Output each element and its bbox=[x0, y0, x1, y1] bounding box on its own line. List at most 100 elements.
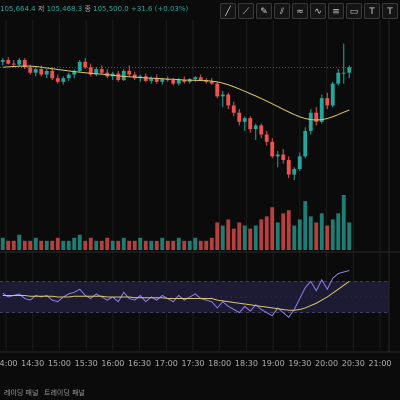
volume-bar bbox=[61, 240, 66, 250]
candle-body bbox=[281, 154, 286, 160]
candle-body bbox=[198, 77, 203, 80]
rectangle-tool-icon[interactable]: ▭ bbox=[346, 3, 362, 19]
candle-body bbox=[226, 94, 231, 106]
pitchfork-tool-icon[interactable]: ⫽ bbox=[274, 3, 290, 19]
volume-bar bbox=[99, 240, 104, 250]
volume-bar bbox=[275, 222, 280, 250]
volume-bar bbox=[237, 222, 242, 250]
candle-body bbox=[28, 67, 33, 73]
ohlc-low: 105,468.3 bbox=[46, 5, 83, 13]
candle-body bbox=[176, 80, 181, 84]
volume-bar bbox=[204, 240, 209, 250]
volume-bar bbox=[39, 240, 44, 250]
volume-bar bbox=[341, 195, 346, 250]
volume-bar bbox=[66, 240, 71, 250]
volume-bar bbox=[33, 237, 38, 250]
volume-bar bbox=[259, 219, 264, 250]
volume-bar bbox=[11, 240, 16, 250]
volume-bar bbox=[297, 219, 302, 250]
volume-bar bbox=[143, 240, 148, 250]
candle-body bbox=[61, 78, 66, 82]
candle-body bbox=[347, 67, 352, 73]
volume-bar bbox=[226, 219, 231, 250]
candle-body bbox=[193, 77, 198, 80]
ohlc-close: 105,500.0 bbox=[93, 5, 129, 13]
cursor-tool-icon[interactable]: T bbox=[382, 3, 398, 19]
candle-body bbox=[248, 118, 253, 130]
text-tool-icon[interactable]: T bbox=[364, 3, 380, 19]
candle-body bbox=[237, 112, 242, 122]
candle-body bbox=[77, 61, 82, 71]
pattern-tool-icon[interactable]: ∿ bbox=[310, 3, 326, 19]
volume-bar bbox=[171, 240, 176, 250]
tab-trading-panel-1[interactable]: 레이딩 패널 bbox=[4, 388, 38, 398]
x-tick-label: 20:30 bbox=[342, 359, 365, 368]
volume-bar bbox=[270, 207, 275, 250]
candle-body bbox=[253, 125, 258, 130]
candle-body bbox=[11, 63, 16, 65]
x-tick-label: 17:30 bbox=[181, 359, 204, 368]
fib-tool-icon[interactable]: ≡ bbox=[328, 3, 344, 19]
volume-bar bbox=[6, 240, 11, 250]
x-tick-label: 14:30 bbox=[21, 359, 44, 368]
volume-bar bbox=[94, 240, 99, 250]
volume-bar bbox=[308, 216, 313, 250]
candle-body bbox=[286, 160, 291, 175]
volume-bar bbox=[292, 225, 297, 250]
x-tick-label: 15:30 bbox=[75, 359, 98, 368]
candle-body bbox=[259, 125, 264, 135]
volume-bar bbox=[330, 219, 335, 250]
volume-bar bbox=[127, 240, 132, 250]
brush-tool-icon[interactable]: ✎ bbox=[256, 3, 272, 19]
volume-bar bbox=[72, 237, 77, 250]
x-tick-label: 17:00 bbox=[155, 359, 178, 368]
line-tool-icon[interactable]: ╱ bbox=[220, 3, 236, 19]
volume-bar bbox=[336, 213, 341, 250]
moving-average-line bbox=[2, 65, 350, 121]
volume-bar bbox=[0, 237, 5, 250]
candle-body bbox=[66, 74, 71, 79]
volume-bar bbox=[253, 225, 258, 250]
trading-chart[interactable]: 14:0014:30 15:00 15:3016:00 16:30 17:0017:30… bbox=[0, 0, 400, 400]
candle-body bbox=[6, 60, 11, 64]
volume-bar bbox=[347, 222, 352, 250]
bottom-panel-tabs: 레이딩 패널 트레이딩 패널 bbox=[0, 386, 400, 400]
candle-body bbox=[231, 105, 236, 113]
x-tick-label: 14:00 bbox=[0, 359, 18, 368]
volume-bar bbox=[176, 237, 181, 250]
candle-body bbox=[0, 60, 5, 62]
candle-body bbox=[319, 98, 324, 122]
volume-bar bbox=[88, 237, 93, 250]
candle-body bbox=[220, 94, 225, 97]
candle-body bbox=[215, 83, 220, 97]
x-tick-label: 15:00 bbox=[48, 359, 71, 368]
candle-body bbox=[121, 70, 126, 80]
candle-body bbox=[33, 69, 38, 73]
volume-bar bbox=[231, 228, 236, 250]
candle-body bbox=[242, 118, 247, 122]
candle-body bbox=[39, 69, 44, 75]
volume-bar bbox=[182, 240, 187, 250]
x-tick-label: 16:00 bbox=[101, 359, 124, 368]
volume-bar bbox=[105, 237, 110, 250]
drawing-toolbar: ╱ ⟋ ✎ ⫽ ≈ ∿ ≡ ▭ T T bbox=[220, 3, 398, 19]
volume-bar bbox=[160, 237, 165, 250]
volume-bar bbox=[77, 234, 82, 250]
x-tick-label: 19:00 bbox=[262, 359, 285, 368]
candle-body bbox=[275, 154, 280, 157]
candle-body bbox=[171, 80, 176, 84]
candle-body bbox=[270, 141, 275, 157]
volume-bar bbox=[220, 225, 225, 250]
ray-tool-icon[interactable]: ⟋ bbox=[238, 3, 254, 19]
tab-trading-panel-2[interactable]: 트레이딩 패널 bbox=[44, 388, 85, 398]
volume-bar bbox=[28, 240, 33, 250]
zigzag-tool-icon[interactable]: ≈ bbox=[292, 3, 308, 19]
candle-body bbox=[330, 83, 335, 106]
candle-body bbox=[308, 112, 313, 131]
candle-body bbox=[325, 98, 330, 106]
volume-bar bbox=[281, 213, 286, 250]
volume-bar bbox=[50, 240, 55, 250]
candle-body bbox=[341, 72, 346, 74]
volume-bar bbox=[319, 213, 324, 250]
volume-bar bbox=[149, 240, 154, 250]
